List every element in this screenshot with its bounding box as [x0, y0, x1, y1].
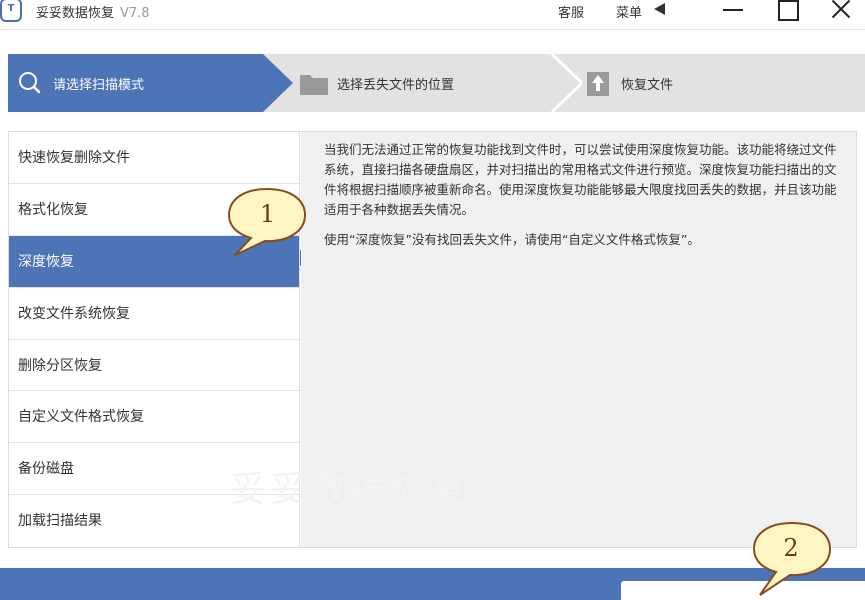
- folder-icon: [300, 75, 328, 95]
- close-icon[interactable]: [826, 0, 856, 22]
- title-bar: T 妥妥数据恢复 V7.8 客服 菜单: [0, 0, 865, 30]
- menu-button[interactable]: 菜单: [616, 2, 642, 21]
- step-select-location: 选择丢失文件的位置: [262, 54, 582, 112]
- maximize-icon[interactable]: [772, 0, 802, 22]
- step-2-label: 选择丢失文件的位置: [337, 78, 455, 93]
- step-3-shape: [552, 54, 865, 112]
- menu-arrow-icon[interactable]: [654, 3, 665, 15]
- sidebar-item-custom-format-recovery[interactable]: 自定义文件格式恢复: [9, 391, 299, 444]
- app-logo-icon: T: [0, 0, 22, 22]
- description-paragraph: 当我们无法通过正常的恢复功能找到文件时，可以尝试使用深度恢复功能。该功能将绕过文…: [324, 142, 837, 217]
- watermark: 妥妥数据恢复: [230, 469, 471, 510]
- callout-1: 1: [225, 186, 310, 258]
- customer-service-button[interactable]: 客服: [558, 2, 584, 21]
- app-name: 妥妥数据恢复: [36, 6, 115, 21]
- step-progress-bar: 恢复文件 选择丢失文件的位置 请选择扫描模式: [0, 54, 865, 112]
- sidebar-item-quick-recovery[interactable]: 快速恢复删除文件: [9, 132, 299, 184]
- callout-2-number: 2: [783, 534, 799, 562]
- step-1-shape: [8, 54, 293, 112]
- step-scan-mode: 请选择扫描模式: [8, 54, 293, 112]
- callout-1-number: 1: [259, 200, 276, 228]
- upload-icon: [587, 72, 609, 96]
- step-recover-files: 恢复文件: [552, 54, 865, 112]
- minimize-icon[interactable]: [718, 0, 748, 22]
- sidebar-item-partition-recovery[interactable]: 删除分区恢复: [9, 340, 299, 392]
- app-title: 妥妥数据恢复 V7.8: [36, 2, 150, 21]
- step-1-label: 请选择扫描模式: [53, 78, 145, 93]
- app-version: V7.8: [120, 6, 150, 21]
- description-hint: 使用“深度恢复”没有找回丢失文件，请使用“自定义文件格式恢复”。: [324, 232, 700, 247]
- callout-2: 2: [748, 520, 834, 600]
- step-3-label: 恢复文件: [621, 78, 674, 93]
- sidebar-item-filesystem-recovery[interactable]: 改变文件系统恢复: [9, 288, 299, 340]
